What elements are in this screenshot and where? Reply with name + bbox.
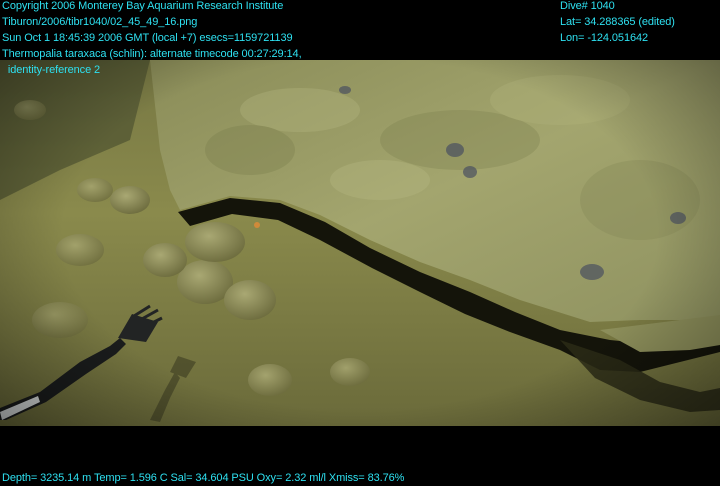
telemetry-line: Depth= 3235.14 m Temp= 1.596 C Sal= 34.6… xyxy=(2,472,405,484)
latitude: Lat= 34.288365 (edited) xyxy=(560,16,675,28)
video-frame: Copyright 2006 Monterey Bay Aquarium Res… xyxy=(0,0,720,486)
file-path-line: Tiburon/2006/tibr1040/02_45_49_16.png xyxy=(2,16,198,28)
species-line: Thermopalia taraxaca (schlin): alternate… xyxy=(2,48,302,60)
dive-number: Dive# 1040 xyxy=(560,0,615,12)
identity-line: identity-reference 2 xyxy=(2,64,101,76)
vignette xyxy=(0,0,720,426)
longitude: Lon= -124.051642 xyxy=(560,32,649,44)
timestamp-line: Sun Oct 1 18:45:39 2006 GMT (local +7) e… xyxy=(2,32,293,44)
copyright-line: Copyright 2006 Monterey Bay Aquarium Res… xyxy=(2,0,284,12)
seafloor-scene xyxy=(0,0,720,426)
